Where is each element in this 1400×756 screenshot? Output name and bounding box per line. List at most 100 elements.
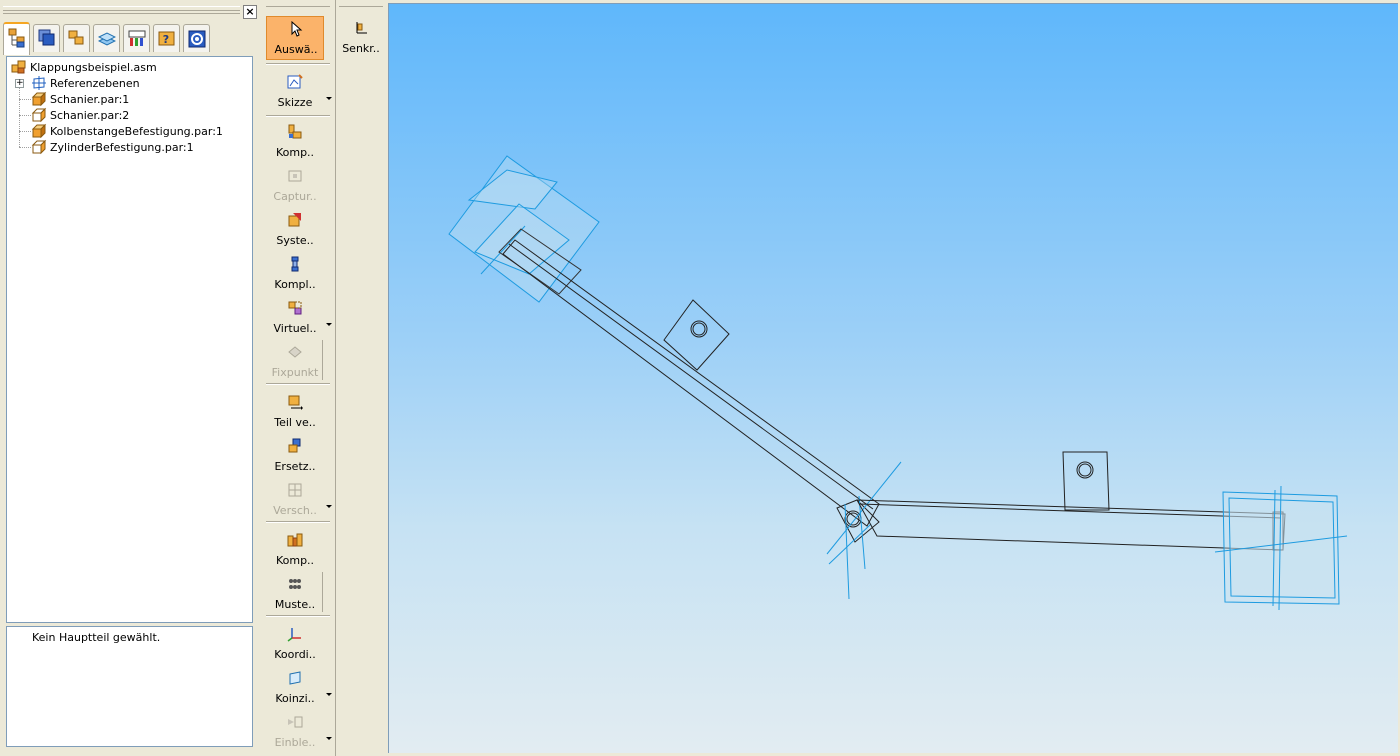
tree-item-referenzebenen[interactable]: Referenzebenen (31, 75, 140, 91)
tool-label: Syste.. (276, 234, 314, 247)
dropdown-arrow-icon[interactable] (326, 505, 332, 508)
3d-viewport[interactable] (388, 3, 1398, 753)
layers-stack-icon (38, 29, 55, 46)
hinge-plate-left[interactable] (663, 299, 730, 371)
reference-planes-icon (31, 75, 47, 91)
capture-button[interactable]: Captur.. (266, 164, 324, 208)
show-hide-button[interactable]: Einble.. (266, 710, 332, 754)
virtual-component-icon (288, 301, 302, 315)
replace-part-button[interactable]: Ersetz.. (266, 434, 324, 478)
part-icon (31, 107, 47, 123)
tab-layer-sheets[interactable] (93, 24, 120, 52)
panel-grip[interactable] (3, 6, 240, 14)
pattern-button[interactable]: Muste.. (266, 572, 324, 616)
tool-label: Muste.. (274, 598, 316, 611)
dropdown-arrow-icon[interactable] (326, 737, 332, 740)
tree-item-schanier-1[interactable]: Schanier.par:1 (31, 91, 129, 107)
status-panel: Kein Hauptteil gewählt. (6, 626, 253, 747)
arm-right[interactable] (856, 499, 1286, 551)
coordinate-system-icon (287, 628, 301, 642)
show-hide-icon (288, 716, 303, 728)
tool-label: Captur.. (273, 190, 317, 203)
panel-tab-strip: ? (3, 22, 257, 56)
tool-label: Komp.. (275, 146, 315, 159)
tree-item-label: Schanier.par:2 (50, 108, 130, 122)
cursor-arrow-icon (291, 21, 303, 37)
hinge-plate-right[interactable] (1062, 451, 1110, 511)
tool-label: Fixpunkt (271, 366, 319, 379)
tree-root[interactable]: Klappungsbeispiel.asm (11, 59, 157, 75)
tool-label: Auswä.. (274, 43, 318, 56)
tool-label: Virtuel.. (273, 322, 317, 335)
assembly-icon (11, 59, 27, 75)
reference-plane-top-left[interactable] (448, 155, 600, 303)
component-folder-button[interactable]: Komp.. (266, 528, 324, 572)
component-folder-icon (287, 533, 303, 547)
capture-icon (288, 170, 302, 182)
move-part-button[interactable]: Teil ve.. (266, 390, 324, 434)
component-button[interactable]: Komp.. (266, 120, 324, 164)
toolbar-grip[interactable] (339, 6, 383, 7)
tab-help[interactable]: ? (153, 24, 180, 52)
tree-item-label: ZylinderBefestigung.par:1 (50, 140, 194, 154)
assembly-tree[interactable]: Klappungsbeispiel.asm + Referenzebenen S… (6, 56, 253, 623)
tab-assembly-tree[interactable] (3, 22, 30, 55)
dropdown-arrow-icon[interactable] (326, 693, 332, 696)
tree-item-label: KolbenstangeBefestigung.par:1 (50, 124, 223, 138)
tool-label: Versch.. (273, 504, 317, 517)
tab-display-config[interactable] (123, 24, 150, 52)
tool-label: Teil ve.. (274, 416, 316, 429)
coincident-plane-button[interactable]: Koinzi.. (266, 666, 332, 710)
tab-settings[interactable] (183, 24, 210, 52)
dropdown-arrow-icon[interactable] (326, 323, 332, 326)
fixpoint-button[interactable]: Fixpunkt (266, 340, 324, 384)
part-icon (31, 123, 47, 139)
fixpoint-icon (288, 346, 302, 358)
virtual-component-button[interactable]: Virtuel.. (266, 296, 332, 340)
select-tool-button[interactable]: Auswä.. (266, 16, 324, 60)
replace-part-icon (288, 438, 301, 453)
dropdown-arrow-icon[interactable] (326, 97, 332, 100)
sketch-button[interactable]: Skizze (266, 70, 332, 114)
tree-expander[interactable]: + (15, 79, 24, 88)
tab-parts-library[interactable] (63, 24, 90, 52)
assembly-toolbar: Auswä.. Skizze Komp.. Captur.. Syste.. K… (263, 0, 333, 756)
toolbar-grip[interactable] (266, 6, 330, 7)
secondary-toolbar: Senkr.. (335, 0, 387, 756)
assembly-tree-icon (8, 28, 25, 48)
help-faq-icon: ? (158, 31, 175, 46)
tool-label: Ersetz.. (274, 460, 316, 473)
tree-item-kolbenstange[interactable]: KolbenstangeBefestigung.par:1 (31, 123, 223, 139)
tree-item-zylinder[interactable]: ZylinderBefestigung.par:1 (31, 139, 194, 155)
shift-icon (288, 483, 302, 497)
reference-plane-center[interactable] (826, 461, 902, 600)
sketch-icon (287, 74, 303, 89)
tool-label: Kompl.. (274, 278, 316, 291)
assembly-scene (448, 155, 1348, 611)
tool-label: Koordi.. (274, 648, 316, 661)
pathfinder-panel: × ? Klappungsbeispiel.asm + Referenzeben… (0, 0, 260, 756)
status-text: Kein Hauptteil gewählt. (32, 631, 161, 644)
move-part-icon (288, 395, 303, 410)
tool-label: Skizze (277, 96, 313, 109)
component-icon (288, 124, 302, 139)
settings-gear-icon (188, 30, 206, 48)
system-library-icon (288, 213, 301, 227)
coordinate-system-button[interactable]: Koordi.. (266, 622, 324, 666)
layer-sheets-icon (98, 32, 116, 46)
tool-label: Einble.. (274, 736, 316, 749)
complex-part-button[interactable]: Kompl.. (266, 252, 324, 296)
system-library-button[interactable]: Syste.. (266, 208, 324, 252)
tool-label: Komp.. (275, 554, 315, 567)
arm-left[interactable] (502, 239, 880, 527)
tree-item-schanier-2[interactable]: Schanier.par:2 (31, 107, 129, 123)
pattern-icon (289, 579, 301, 589)
shift-button[interactable]: Versch.. (266, 478, 332, 522)
panel-close-button[interactable]: × (243, 5, 257, 19)
tree-item-label: Schanier.par:1 (50, 92, 130, 106)
perpendicular-button[interactable]: Senkr.. (336, 16, 386, 60)
part-icon (31, 139, 47, 155)
perpendicular-icon (356, 22, 367, 34)
reference-plane-right[interactable] (1214, 485, 1348, 611)
tab-layers[interactable] (33, 24, 60, 52)
